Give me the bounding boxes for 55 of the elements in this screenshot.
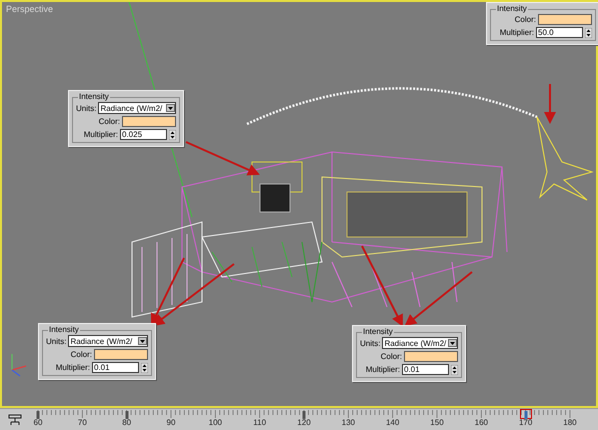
spinner-icon[interactable] [141,362,148,372]
pointer-arrow [544,84,556,124]
units-dropdown[interactable]: Radiance (W/m2/ [68,335,148,347]
curve-editor-icon[interactable] [8,414,22,426]
color-label: Color: [514,15,536,24]
group-title: Intensity [48,325,80,334]
units-label: Units: [46,336,66,346]
dropdown-arrow-icon [140,340,145,342]
frame-number: 180 [563,418,577,427]
viewport[interactable] [0,0,598,408]
frame-number: 60 [34,418,42,427]
spinner-icon[interactable] [585,28,592,38]
frame-number: 90 [166,418,176,427]
multiplier-field[interactable]: 0.01 [92,362,139,373]
dropdown-arrow-icon [168,106,173,110]
multiplier-label: Multiplier: [366,365,400,374]
spinner-icon[interactable] [169,130,176,140]
keyframe-marker[interactable] [302,411,306,419]
frame-number: 160 [474,418,488,427]
units-label: Units: [76,104,96,112]
color-swatch[interactable] [94,349,148,360]
frame-number: 140 [386,418,400,427]
axis-tripod-icon [11,354,26,376]
frame-number: 110 [253,418,266,427]
units-dropdown[interactable]: Radiance (W/m2/ [98,102,176,114]
frame-number: 70 [78,418,87,427]
multiplier-label: Multiplier: [84,130,118,139]
units-dropdown[interactable]: Radiance (W/m2/ [382,337,458,349]
color-swatch[interactable] [404,351,458,362]
frame-number: 170 [518,418,532,427]
group-title: Intensity [78,92,110,101]
dropdown-arrow-icon [450,342,455,344]
units-label: Units: [360,338,380,348]
multiplier-label: Multiplier: [500,28,534,37]
color-label: Color: [380,352,402,361]
multiplier-field[interactable]: 0.025 [120,129,167,140]
multiplier-label: Multiplier: [56,363,90,372]
color-swatch[interactable] [122,116,176,127]
group-title: Intensity [496,4,528,13]
keyframe-marker[interactable] [125,411,128,419]
color-label: Color: [98,117,120,126]
frame-number: 120 [297,418,311,427]
frame-number: 80 [122,418,132,427]
multiplier-field[interactable]: 50.0 [536,27,583,38]
spinner-icon[interactable] [451,364,458,374]
color-swatch[interactable] [538,14,592,25]
keyframe-marker[interactable] [36,411,40,419]
group-title: Intensity [362,327,394,336]
keyframe-marker[interactable] [524,411,528,419]
color-label: Color: [70,350,92,359]
frame-number: 150 [430,418,444,427]
frame-number: 100 [208,418,222,427]
frame-number: 130 [342,418,355,427]
spotlight-gizmo-icon [536,116,594,200]
multiplier-field[interactable]: 0.01 [402,364,449,375]
